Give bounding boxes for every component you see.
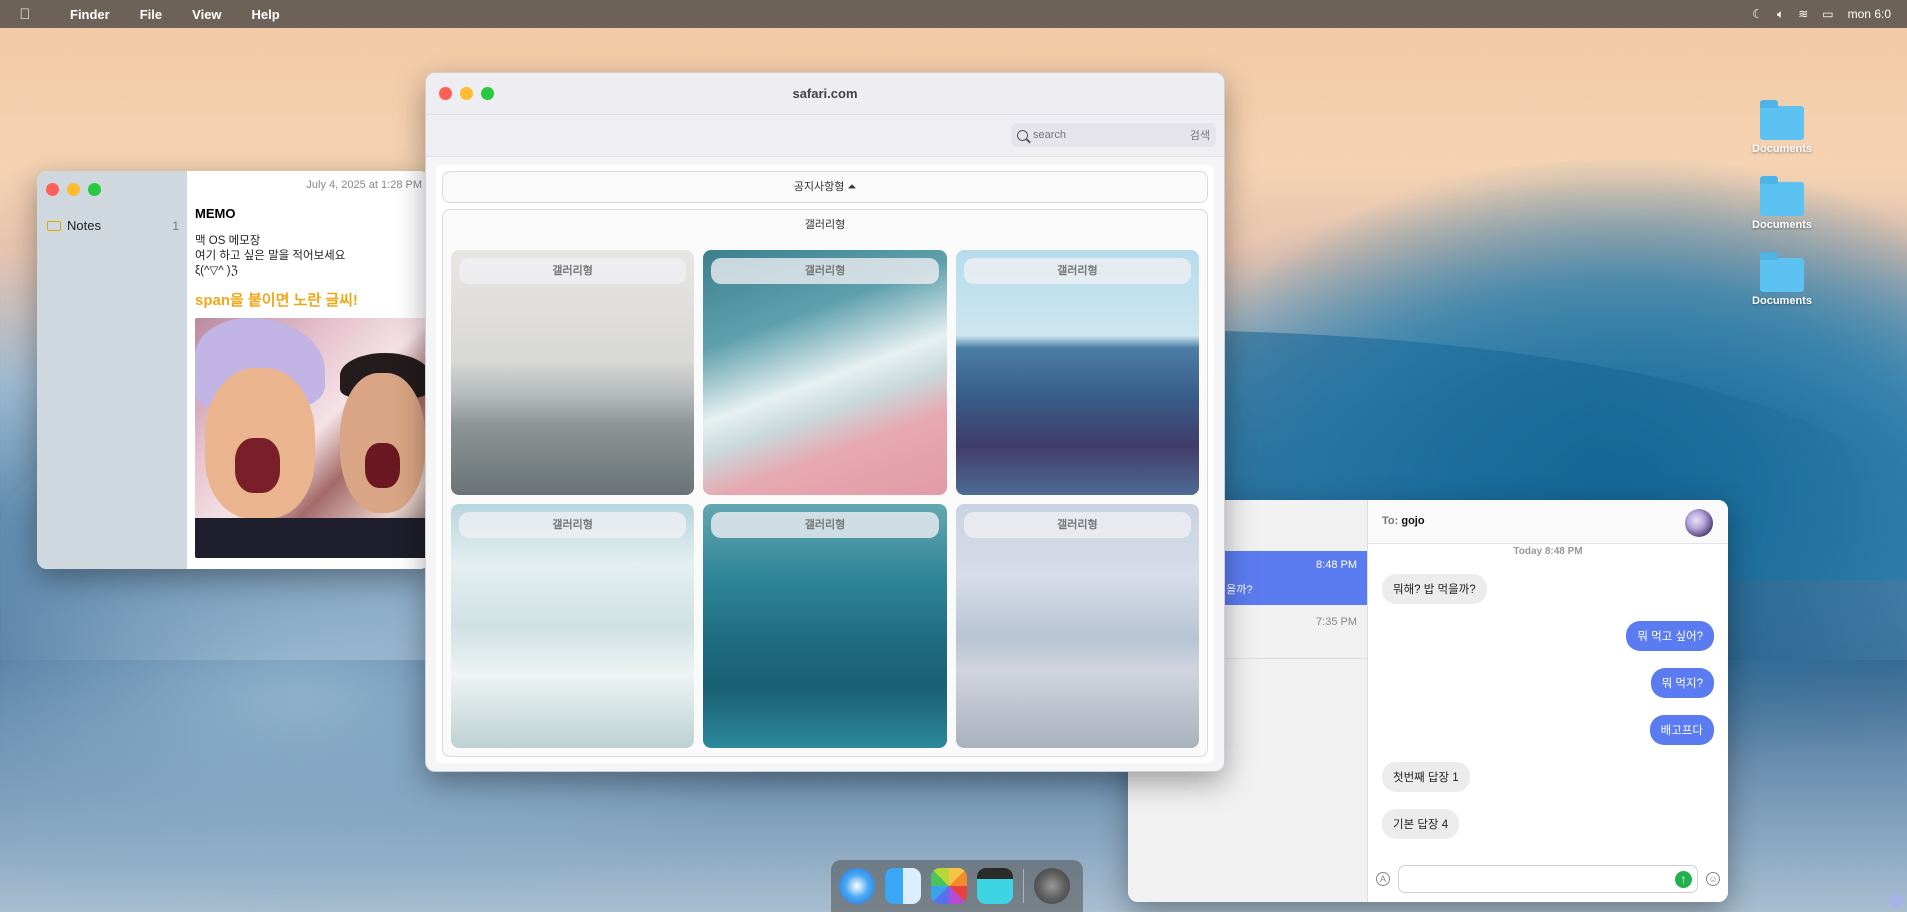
zoom-button[interactable]	[88, 183, 101, 196]
gallery-title: 갤러리형	[804, 219, 846, 231]
dock	[831, 860, 1083, 912]
message-bubble-outgoing: 뭐 먹지?	[1650, 668, 1714, 698]
note-line: ξ(^▽^ )ℨ	[195, 265, 238, 277]
gallery-grid: 갤러리형 갤러리형 갤러리형 갤러리형 갤러리형 갤러리형	[451, 250, 1199, 748]
gallery-tile[interactable]: 갤러리형	[451, 250, 695, 495]
to-prefix: To:	[1382, 515, 1399, 527]
photos-icon[interactable]	[931, 868, 967, 904]
window-title: safari.com	[792, 86, 858, 101]
gallery-tile-caption: 갤러리형	[711, 258, 939, 284]
note-line: 맥 OS 메모장	[195, 235, 261, 247]
safari-icon[interactable]	[839, 868, 875, 904]
folder-icon	[1760, 252, 1804, 292]
dock-divider	[1023, 869, 1024, 903]
safari-titlebar: safari.com	[426, 73, 1224, 115]
notes-window: Notes 1 July 4, 2025 at 1:28 PM MEMO 맥 O…	[37, 171, 430, 569]
desktop-folder-label: Documents	[1752, 219, 1812, 231]
search-input[interactable]	[1033, 129, 1190, 141]
conversation-time: 7:35 PM	[1316, 616, 1357, 628]
gallery-tile[interactable]: 갤러리형	[703, 250, 947, 495]
safari-toolbar: 검색	[426, 115, 1224, 157]
message-bubble-outgoing: 배고프다	[1649, 715, 1714, 745]
safari-window: safari.com 검색 공지사항형 ⏶ 갤러리형 갤러리형 갤러리형 갤러리…	[425, 72, 1225, 772]
desktop-folder-documents-2[interactable]: Documents	[1737, 176, 1827, 231]
notes-sidebar: Notes 1	[37, 171, 187, 569]
desktop-folder-label: Documents	[1752, 295, 1812, 307]
menu-bar:  Finder File View Help ☾ 🔈︎ ≋ ▭ mon 6:0	[0, 0, 1907, 28]
note-image	[195, 318, 430, 558]
chat-header: To: gojo	[1368, 500, 1728, 544]
folder-icon	[1760, 176, 1804, 216]
gallery-section: 갤러리형 갤러리형 갤러리형 갤러리형 갤러리형 갤러리형 갤러리형	[442, 209, 1208, 757]
notice-toggle[interactable]: 공지사항형 ⏶	[442, 171, 1208, 203]
gallery-tile-caption: 갤러리형	[459, 258, 687, 284]
volume-icon[interactable]: 🔈︎	[1777, 7, 1784, 22]
gallery-tile-caption: 갤러리형	[459, 511, 687, 538]
emoji-icon[interactable]: ☺	[1706, 872, 1720, 886]
zoom-button[interactable]	[481, 87, 494, 100]
send-arrow-icon[interactable]: ↑	[1675, 871, 1692, 888]
message-bubble-incoming: 뭐해? 밥 먹을까?	[1382, 574, 1487, 604]
message-bubble-outgoing: 뭐 먹고 싶어?	[1626, 621, 1714, 651]
note-date: July 4, 2025 at 1:28 PM	[306, 179, 422, 191]
recipient-field[interactable]: To: gojo	[1382, 515, 1425, 527]
menu-file[interactable]: File	[140, 7, 162, 22]
message-input-box: ↑	[1398, 865, 1698, 893]
gallery-tile-caption: 갤러리형	[963, 511, 1191, 538]
day-separator: Today 8:48 PM	[1513, 546, 1583, 557]
message-bubble-incoming: 기본 답장 4	[1382, 809, 1460, 839]
message-bubble-incoming: 첫번째 답장 1	[1382, 762, 1470, 792]
window-controls	[439, 87, 494, 100]
note-title: MEMO	[195, 206, 236, 221]
web-page: 공지사항형 ⏶ 갤러리형 갤러리형 갤러리형 갤러리형 갤러리형 갤러리형 갤러…	[436, 165, 1214, 763]
search-bar: 검색	[1011, 123, 1216, 147]
apple-icon[interactable]: 	[16, 6, 34, 23]
gallery-tile-caption: 갤러리형	[711, 511, 939, 538]
folder-icon	[1760, 100, 1804, 140]
app-store-icon[interactable]: A	[1376, 872, 1390, 886]
search-button[interactable]: 검색	[1190, 127, 1210, 143]
avatar[interactable]	[1685, 509, 1713, 537]
menu-finder[interactable]: Finder	[70, 7, 110, 22]
finder-icon[interactable]	[885, 868, 921, 904]
gallery-tile[interactable]: 갤러리형	[955, 503, 1199, 748]
search-icon	[1017, 129, 1028, 141]
close-button[interactable]	[439, 87, 452, 100]
note-line: 여기 하고 싶은 말을 적어보세요	[195, 250, 346, 262]
gallery-tile[interactable]: 갤러리형	[451, 503, 695, 748]
message-composer: A ↑ ☺	[1376, 864, 1720, 894]
menu-view[interactable]: View	[192, 7, 221, 22]
close-button[interactable]	[46, 183, 59, 196]
desktop-folder-label: Documents	[1752, 143, 1812, 155]
desktop-folder-documents-3[interactable]: Documents	[1737, 252, 1827, 307]
window-controls	[46, 183, 101, 196]
sidebar-item-notes[interactable]: Notes 1	[47, 218, 179, 233]
wifi-icon[interactable]: ≋	[1798, 7, 1808, 21]
status-area: ☾ 🔈︎ ≋ ▭ mon 6:0	[1752, 7, 1891, 22]
note-count: 1	[172, 218, 179, 233]
recipient-name: gojo	[1401, 515, 1425, 527]
sidebar-item-label: Notes	[67, 218, 101, 233]
globe-icon[interactable]	[1889, 894, 1903, 908]
minimize-button[interactable]	[460, 87, 473, 100]
gallery-tile[interactable]: 갤러리형	[955, 250, 1199, 495]
chat-pane: To: gojo Today 8:48 PM 뭐해? 밥 먹을까? 뭐 먹고 싶…	[1368, 500, 1728, 902]
system-settings-icon[interactable]	[1034, 868, 1070, 904]
folder-icon	[47, 220, 61, 231]
message-input[interactable]	[1399, 866, 1653, 892]
clips-icon[interactable]	[977, 868, 1013, 904]
menu-help[interactable]: Help	[252, 7, 280, 22]
moon-icon[interactable]: ☾	[1752, 7, 1763, 21]
battery-icon[interactable]: ▭	[1822, 7, 1833, 21]
gallery-tile[interactable]: 갤러리형	[703, 503, 947, 748]
conversation-time: 8:48 PM	[1316, 559, 1357, 571]
desktop-folder-documents-1[interactable]: Documents	[1737, 100, 1827, 155]
gallery-tile-caption: 갤러리형	[963, 258, 1191, 284]
note-highlight-text: span을 붙이면 노란 글씨!	[195, 292, 358, 309]
minimize-button[interactable]	[67, 183, 80, 196]
clock[interactable]: mon 6:0	[1848, 7, 1891, 21]
note-editor[interactable]: July 4, 2025 at 1:28 PM MEMO 맥 OS 메모장 여기…	[187, 171, 430, 569]
